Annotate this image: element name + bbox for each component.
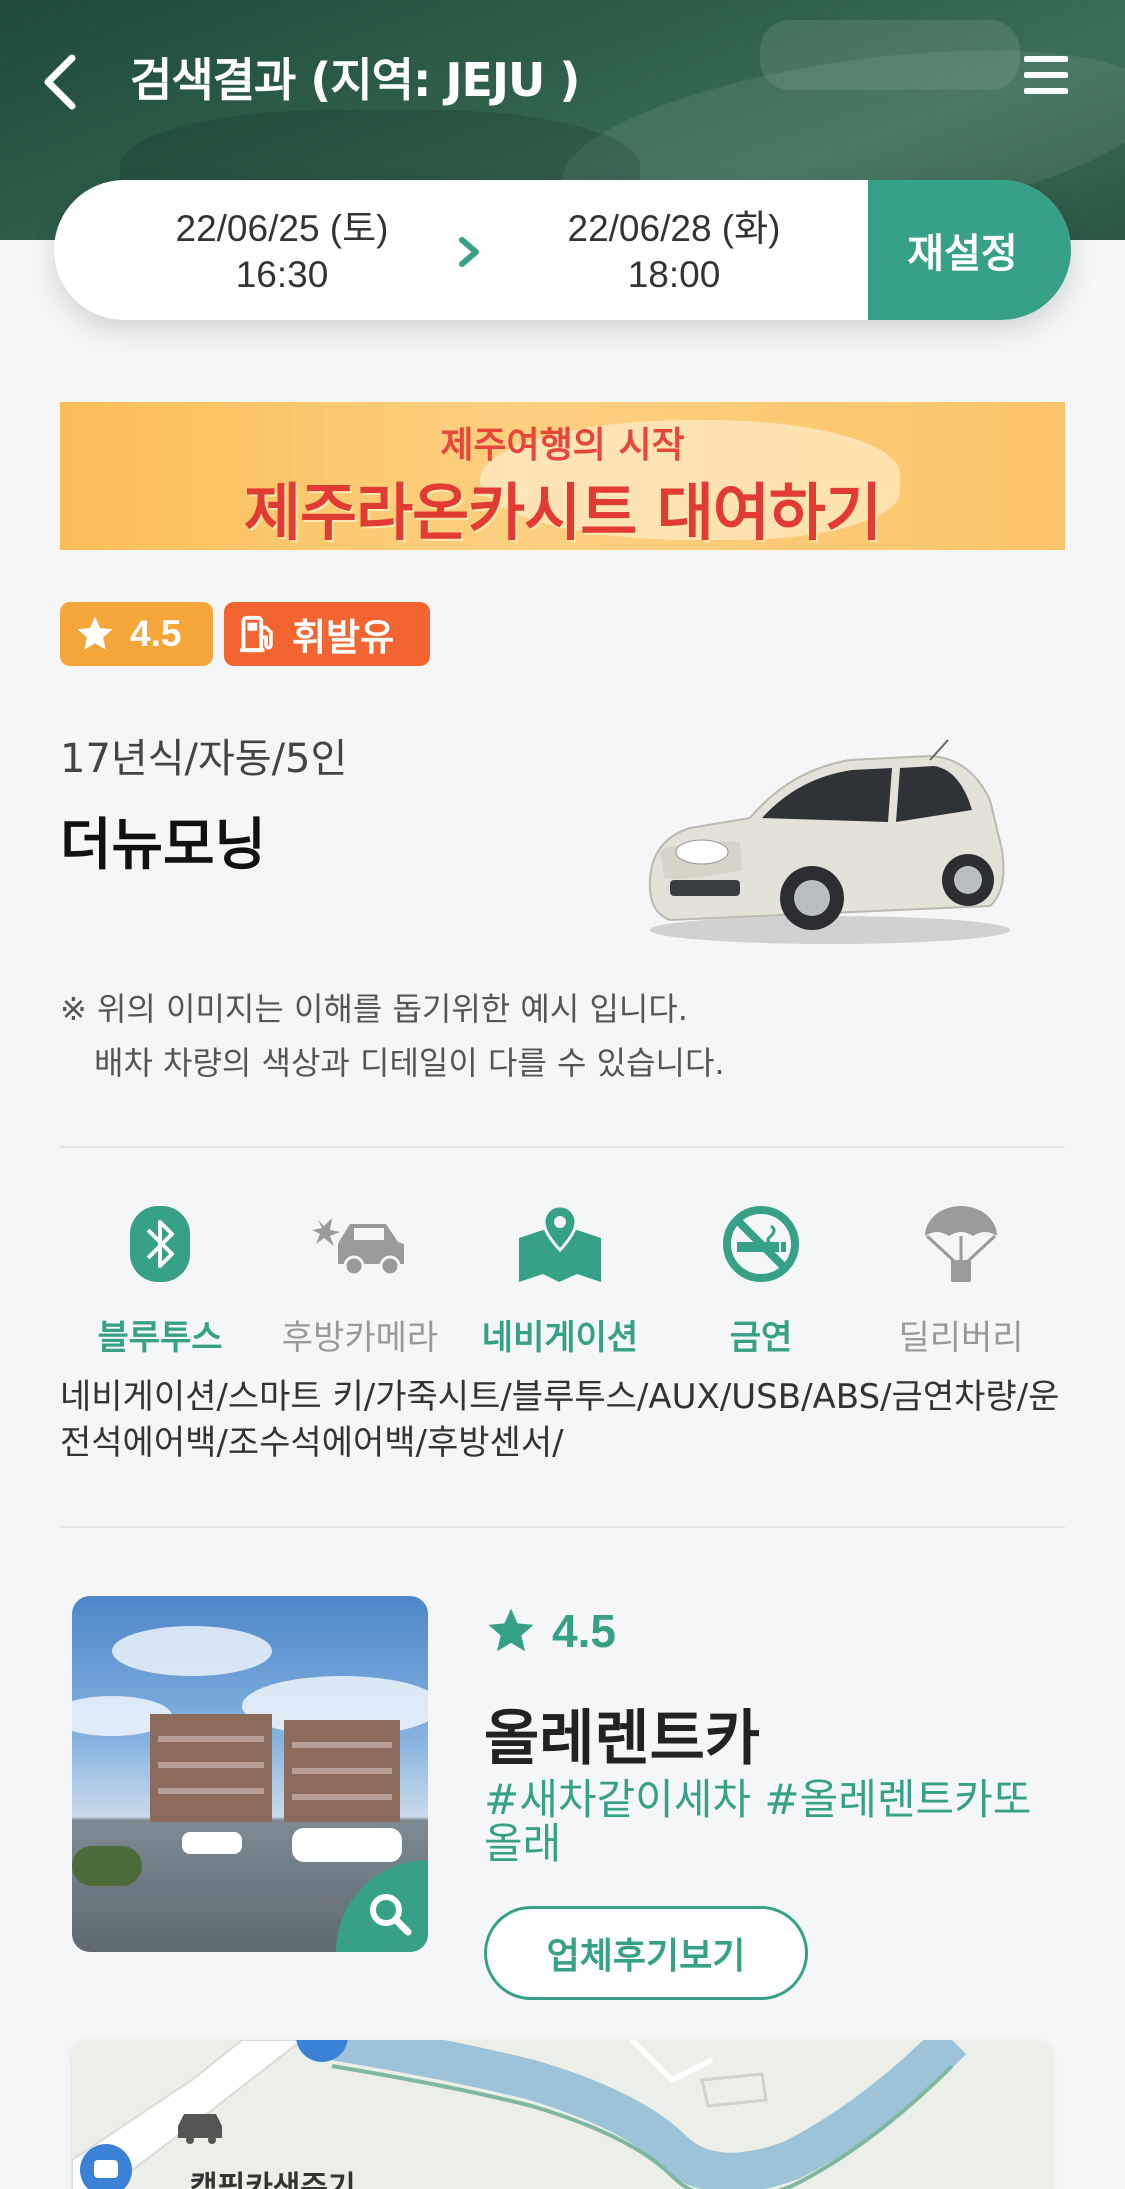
banner-subtitle: 제주여행의 시작 (440, 425, 685, 466)
photo-window (292, 1794, 392, 1800)
chevron-right-icon (459, 237, 479, 267)
rating-value: 4.5 (130, 613, 182, 654)
photo-car (182, 1832, 242, 1854)
photo-window (292, 1742, 392, 1748)
hamburger-menu-icon[interactable] (1024, 56, 1070, 98)
feature-delivery: 딜리버리 (861, 1200, 1061, 1359)
disclaimer-line-1: ※ 위의 이미지는 이해를 돕기위한 예시 입니다. (60, 990, 688, 1028)
date-range-bar[interactable]: 22/06/25 (토) 16:30 22/06/28 (화) 18:00 재설… (54, 180, 1071, 320)
photo-window (158, 1788, 264, 1794)
photo-car (292, 1828, 402, 1862)
pickup-time: 16:30 (235, 254, 329, 295)
feature-bluetooth: 블루투스 (60, 1200, 260, 1359)
car-name: 더뉴모닝 (60, 813, 267, 878)
map-place-label: 캠핑카샌주기 (190, 2170, 356, 2189)
feature-label: 후방카메라 (281, 1318, 439, 1358)
feature-rear-camera: 후방카메라 (260, 1200, 460, 1359)
company-rating-value: 4.5 (552, 1605, 616, 1657)
divider (60, 1146, 1065, 1148)
divider (60, 1526, 1065, 1528)
view-reviews-button[interactable]: 업체후기보기 (484, 1906, 808, 2000)
delivery-parachute-icon (925, 1206, 997, 1282)
fuel-type: 휘발유 (292, 617, 395, 658)
fuel-badge: 휘발유 (224, 602, 430, 666)
car-spec: 17년식/자동/5인 (60, 736, 348, 782)
fuel-pump-icon (240, 615, 273, 653)
photo-window (158, 1762, 264, 1768)
bluetooth-icon (130, 1206, 190, 1282)
feature-label: 블루투스 (97, 1318, 223, 1358)
header-background-highlight (760, 20, 1020, 90)
feature-label: 금연 (729, 1318, 793, 1358)
star-icon (488, 1608, 534, 1652)
page-title: 검색결과 (지역: JEJU ) (130, 53, 580, 107)
car-options: 네비게이션/스마트 키/가죽시트/블루투스/AUX/USB/ABS/금연차량/운… (60, 1377, 1060, 1463)
navigation-map-icon (519, 1204, 601, 1282)
no-smoking-icon (723, 1206, 799, 1282)
company-name: 올레렌트카 (484, 1704, 760, 1774)
pickup-date: 22/06/25 (토) (175, 208, 389, 249)
company-rating: 4.5 (484, 1604, 616, 1658)
photo-window (292, 1768, 392, 1774)
car-image (648, 739, 1010, 944)
rear-camera-icon (312, 1218, 404, 1277)
feature-label: 네비게이션 (481, 1318, 639, 1358)
return-time: 18:00 (627, 254, 721, 295)
return-datetime[interactable]: 22/06/28 (화) 18:00 (514, 206, 834, 298)
promo-banner[interactable]: 제주여행의 시작 제주라온카시트 대여하기 (60, 402, 1065, 550)
back-button[interactable] (34, 48, 90, 112)
zoom-button[interactable] (336, 1860, 428, 1952)
feature-navigation: 네비게이션 (460, 1200, 660, 1359)
company-tags: #새차같이세차 #올레렌트카또올래 (484, 1775, 1032, 1868)
photo-building (150, 1714, 272, 1822)
photo-window (158, 1736, 264, 1742)
photo-tree (72, 1846, 142, 1886)
rating-badge: 4.5 (60, 602, 213, 666)
chevron-left-icon (44, 54, 76, 110)
feature-no-smoking: 금연 (661, 1200, 861, 1359)
feature-list: 블루투스 후방카메라 네비게이션 금연 딜리버리 (60, 1200, 1065, 1358)
disclaimer-line-2: 배차 차량의 색상과 디테일이 다를 수 있습니다. (94, 1044, 725, 1082)
star-icon (77, 616, 113, 650)
image-disclaimer: ※ 위의 이미지는 이해를 돕기위한 예시 입니다. 배차 차량의 색상과 디테… (60, 982, 725, 1090)
location-map[interactable]: 캠핑카샌주기 (72, 2040, 1052, 2189)
banner-title: 제주라온카시트 대여하기 (243, 476, 882, 549)
photo-cloud (112, 1626, 272, 1676)
reset-button[interactable]: 재설정 (868, 180, 1071, 320)
pickup-datetime[interactable]: 22/06/25 (토) 16:30 (122, 206, 442, 298)
company-photo[interactable] (72, 1596, 428, 1952)
return-date: 22/06/28 (화) (567, 208, 781, 249)
feature-label: 딜리버리 (898, 1318, 1024, 1358)
magnifier-icon (370, 1894, 412, 1936)
